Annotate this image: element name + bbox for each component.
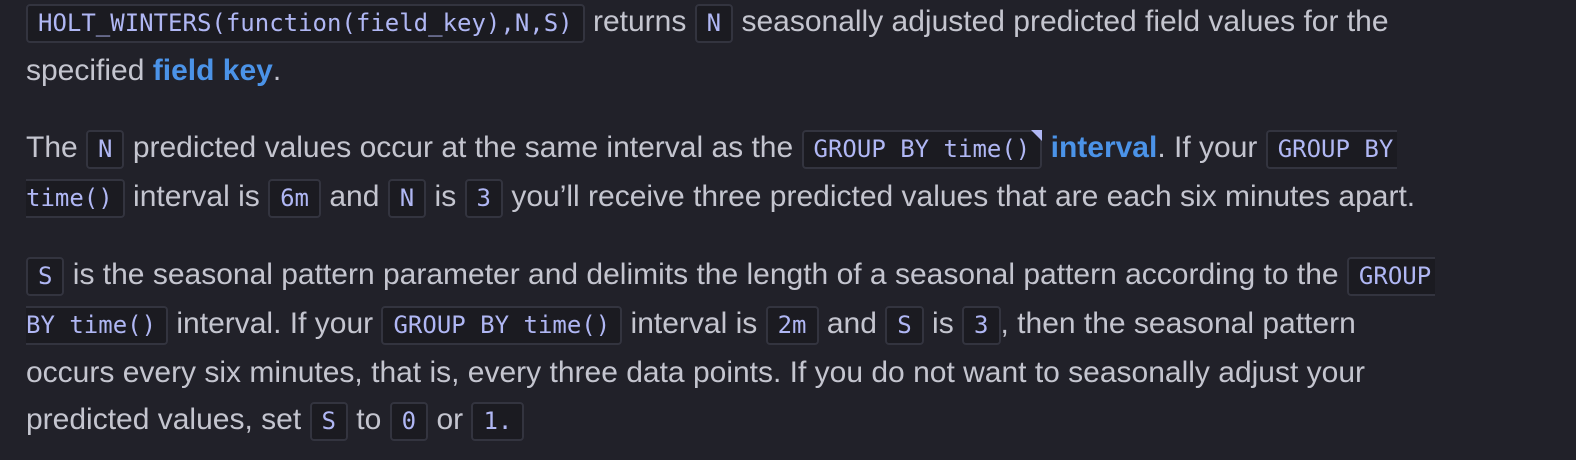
link-field-key[interactable]: field key bbox=[153, 54, 273, 87]
text: you’ll receive three predicted values th… bbox=[502, 180, 1416, 213]
code-n: N bbox=[86, 130, 125, 169]
code-s: S bbox=[885, 306, 924, 345]
code-group-by-time: GROUP BY time() bbox=[801, 130, 1043, 169]
code-group-by-time-part1: GROUP bbox=[1346, 257, 1436, 296]
text: . If your bbox=[1157, 131, 1266, 164]
text: seasonally adjusted predicted field valu… bbox=[733, 5, 1389, 38]
text: and bbox=[321, 180, 388, 213]
text: is bbox=[426, 180, 465, 213]
code-6m: 6m bbox=[268, 179, 321, 218]
code-1: 1. bbox=[471, 402, 525, 441]
code-holt-winters-syntax: HOLT_WINTERS(function(field_key),N,S) bbox=[26, 4, 585, 43]
code-group-by-time-part2: BY time() bbox=[26, 306, 169, 345]
code-3: 3 bbox=[464, 179, 503, 218]
documentation-body: HOLT_WINTERS(function(field_key),N,S) re… bbox=[0, 0, 1576, 460]
text: interval is bbox=[124, 180, 269, 213]
text: returns bbox=[584, 5, 695, 38]
link-interval[interactable]: interval bbox=[1051, 131, 1158, 164]
text: occurs every six minutes, that is, every… bbox=[26, 356, 1366, 389]
paragraph-n-parameter: The N predicted values occur at the same… bbox=[26, 124, 1415, 222]
text: The bbox=[26, 131, 87, 164]
code-0: 0 bbox=[389, 402, 429, 441]
text: or bbox=[428, 403, 472, 436]
code-n: N bbox=[387, 179, 427, 218]
text: interval. If your bbox=[168, 307, 382, 340]
text: . bbox=[272, 54, 282, 87]
code-2m: 2m bbox=[765, 306, 819, 345]
text: interval is bbox=[622, 307, 766, 340]
paragraph-s-parameter: S is the seasonal pattern parameter and … bbox=[26, 251, 1436, 445]
text: to bbox=[347, 403, 390, 436]
text: , then the seasonal pattern bbox=[1000, 307, 1356, 340]
text: predicted values, set bbox=[26, 403, 310, 436]
code-group-by-time: GROUP BY time() bbox=[381, 306, 623, 345]
text: predicted values occur at the same inter… bbox=[124, 131, 802, 164]
code-s: S bbox=[26, 257, 65, 296]
text: is the seasonal pattern parameter and de… bbox=[64, 258, 1347, 291]
text: is bbox=[923, 307, 963, 340]
text: and bbox=[818, 307, 886, 340]
paragraph-holt-winters-description: HOLT_WINTERS(function(field_key),N,S) re… bbox=[26, 0, 1389, 94]
code-group-by-time-part2: time() bbox=[26, 179, 125, 218]
text: specified bbox=[26, 54, 153, 87]
code-group-by-time-part1: GROUP BY bbox=[1265, 130, 1398, 169]
code-n: N bbox=[694, 4, 734, 43]
code-3: 3 bbox=[962, 306, 1001, 345]
code-s: S bbox=[309, 402, 348, 441]
